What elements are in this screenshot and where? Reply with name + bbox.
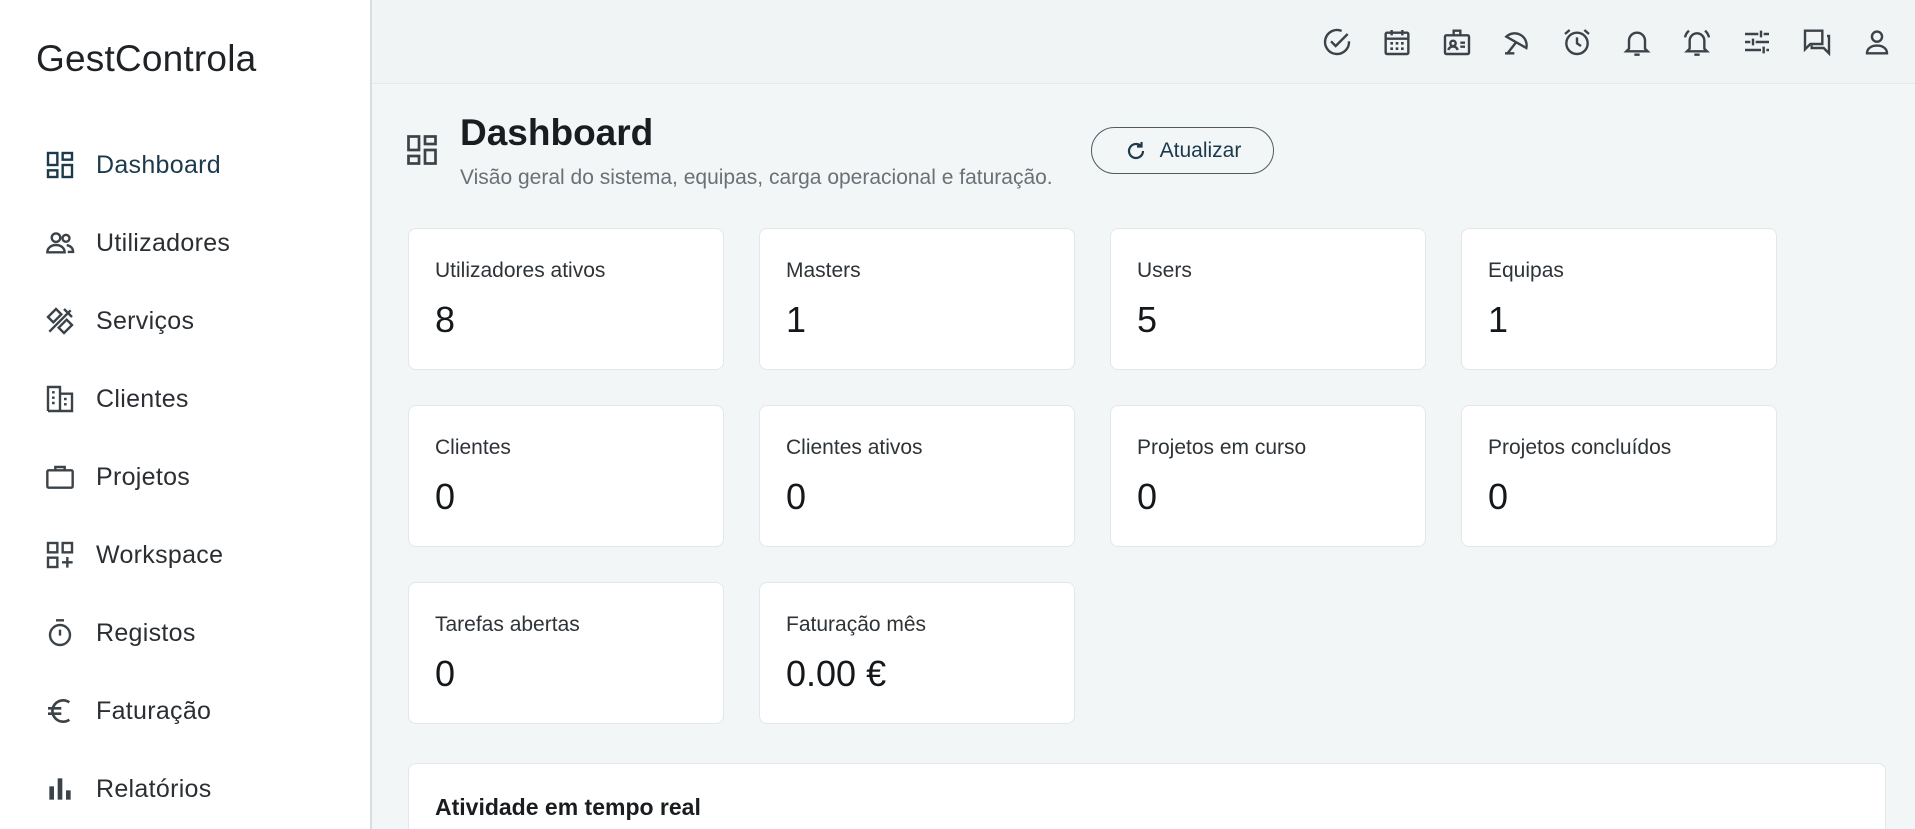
stat-value: 1 [786, 299, 807, 340]
activity-title: Atividade em tempo real [435, 794, 701, 820]
check-circle-icon[interactable] [1307, 22, 1367, 62]
sidebar-item-clientes[interactable]: Clientes [0, 360, 370, 438]
stat-card-utilizadores-ativos: Utilizadores ativos 8 [408, 228, 724, 370]
chat-icon[interactable] [1787, 22, 1847, 62]
activity-panel: Atividade em tempo real [408, 763, 1886, 829]
sidebar-item-label: Clientes [96, 384, 189, 413]
stat-label: Utilizadores ativos [435, 259, 606, 282]
sidebar-item-faturacao[interactable]: Faturação [0, 672, 370, 750]
stat-value: 0 [435, 476, 456, 517]
umbrella-icon[interactable] [1487, 22, 1547, 62]
sliders-icon[interactable] [1727, 22, 1787, 62]
stat-value: 0.00 € [786, 653, 887, 694]
timer-icon [44, 617, 76, 649]
stat-value: 0 [1137, 476, 1158, 517]
sidebar-item-label: Serviços [96, 306, 195, 335]
refresh-button[interactable]: Atualizar [1091, 127, 1274, 174]
brand-logo-text[interactable]: GestControla [36, 38, 256, 80]
refresh-icon [1127, 141, 1144, 159]
sidebar-item-label: Utilizadores [96, 228, 231, 257]
top-bar [373, 0, 1915, 84]
stat-card-clientes: Clientes 0 [408, 405, 724, 547]
stat-label: Clientes [435, 436, 511, 459]
bar-chart-icon [44, 773, 76, 805]
briefcase-icon [44, 461, 76, 493]
sidebar: GestControla Dashboard Utilizadores Serv… [0, 0, 372, 829]
tools-icon [44, 305, 76, 337]
dashboard-icon [407, 135, 437, 165]
stat-label: Masters [786, 259, 861, 282]
sidebar-item-registos[interactable]: Registos [0, 594, 370, 672]
stat-value: 1 [1488, 299, 1509, 340]
page-subtitle: Visão geral do sistema, equipas, carga o… [460, 166, 1053, 189]
stat-card-tarefas-abertas: Tarefas abertas 0 [408, 582, 724, 724]
user-icon[interactable] [1847, 22, 1907, 62]
alarm-clock-icon[interactable] [1547, 22, 1607, 62]
stat-value: 0 [786, 476, 807, 517]
stat-value: 5 [1137, 299, 1158, 340]
stat-card-projetos-em-curso: Projetos em curso 0 [1110, 405, 1426, 547]
dashboard-icon [44, 149, 76, 181]
stat-label: Users [1137, 259, 1192, 282]
stat-value: 0 [1488, 476, 1509, 517]
sidebar-item-label: Faturação [96, 696, 212, 725]
stat-label: Faturação mês [786, 613, 927, 636]
sidebar-item-utilizadores[interactable]: Utilizadores [0, 204, 370, 282]
sidebar-item-projetos[interactable]: Projetos [0, 438, 370, 516]
calendar-icon[interactable] [1367, 22, 1427, 62]
bell-icon[interactable] [1607, 22, 1667, 62]
bell-ringing-icon[interactable] [1667, 22, 1727, 62]
top-icon-toolbar [1307, 22, 1907, 62]
stat-label: Clientes ativos [786, 436, 923, 459]
stat-label: Tarefas abertas [435, 613, 580, 636]
stat-label: Projetos em curso [1137, 436, 1307, 459]
sidebar-item-label: Projetos [96, 462, 191, 491]
refresh-button-label: Atualizar [1159, 138, 1242, 162]
sidebar-item-label: Dashboard [96, 150, 222, 179]
sidebar-item-label: Workspace [96, 540, 224, 569]
sidebar-nav: Dashboard Utilizadores Serviços Clientes… [0, 126, 370, 828]
sidebar-item-label: Registos [96, 618, 196, 647]
building-icon [44, 383, 76, 415]
stat-card-users: Users 5 [1110, 228, 1426, 370]
stat-label: Equipas [1488, 259, 1564, 282]
stat-value: 8 [435, 299, 456, 340]
page-title: Dashboard [460, 112, 654, 153]
stat-label: Projetos concluídos [1488, 436, 1672, 459]
euro-icon [44, 695, 76, 727]
sidebar-item-label: Relatórios [96, 774, 212, 803]
stat-card-masters: Masters 1 [759, 228, 1075, 370]
sidebar-item-dashboard[interactable]: Dashboard [0, 126, 370, 204]
stat-value: 0 [435, 653, 456, 694]
sidebar-item-servicos[interactable]: Serviços [0, 282, 370, 360]
stat-card-projetos-concluidos: Projetos concluídos 0 [1461, 405, 1777, 547]
sidebar-item-workspace[interactable]: Workspace [0, 516, 370, 594]
users-icon [44, 227, 76, 259]
grid-add-icon [44, 539, 76, 571]
sidebar-item-relatorios[interactable]: Relatórios [0, 750, 370, 828]
stat-card-faturacao-mes: Faturação mês 0.00 € [759, 582, 1075, 724]
badge-icon[interactable] [1427, 22, 1487, 62]
stat-card-equipas: Equipas 1 [1461, 228, 1777, 370]
stat-card-clientes-ativos: Clientes ativos 0 [759, 405, 1075, 547]
